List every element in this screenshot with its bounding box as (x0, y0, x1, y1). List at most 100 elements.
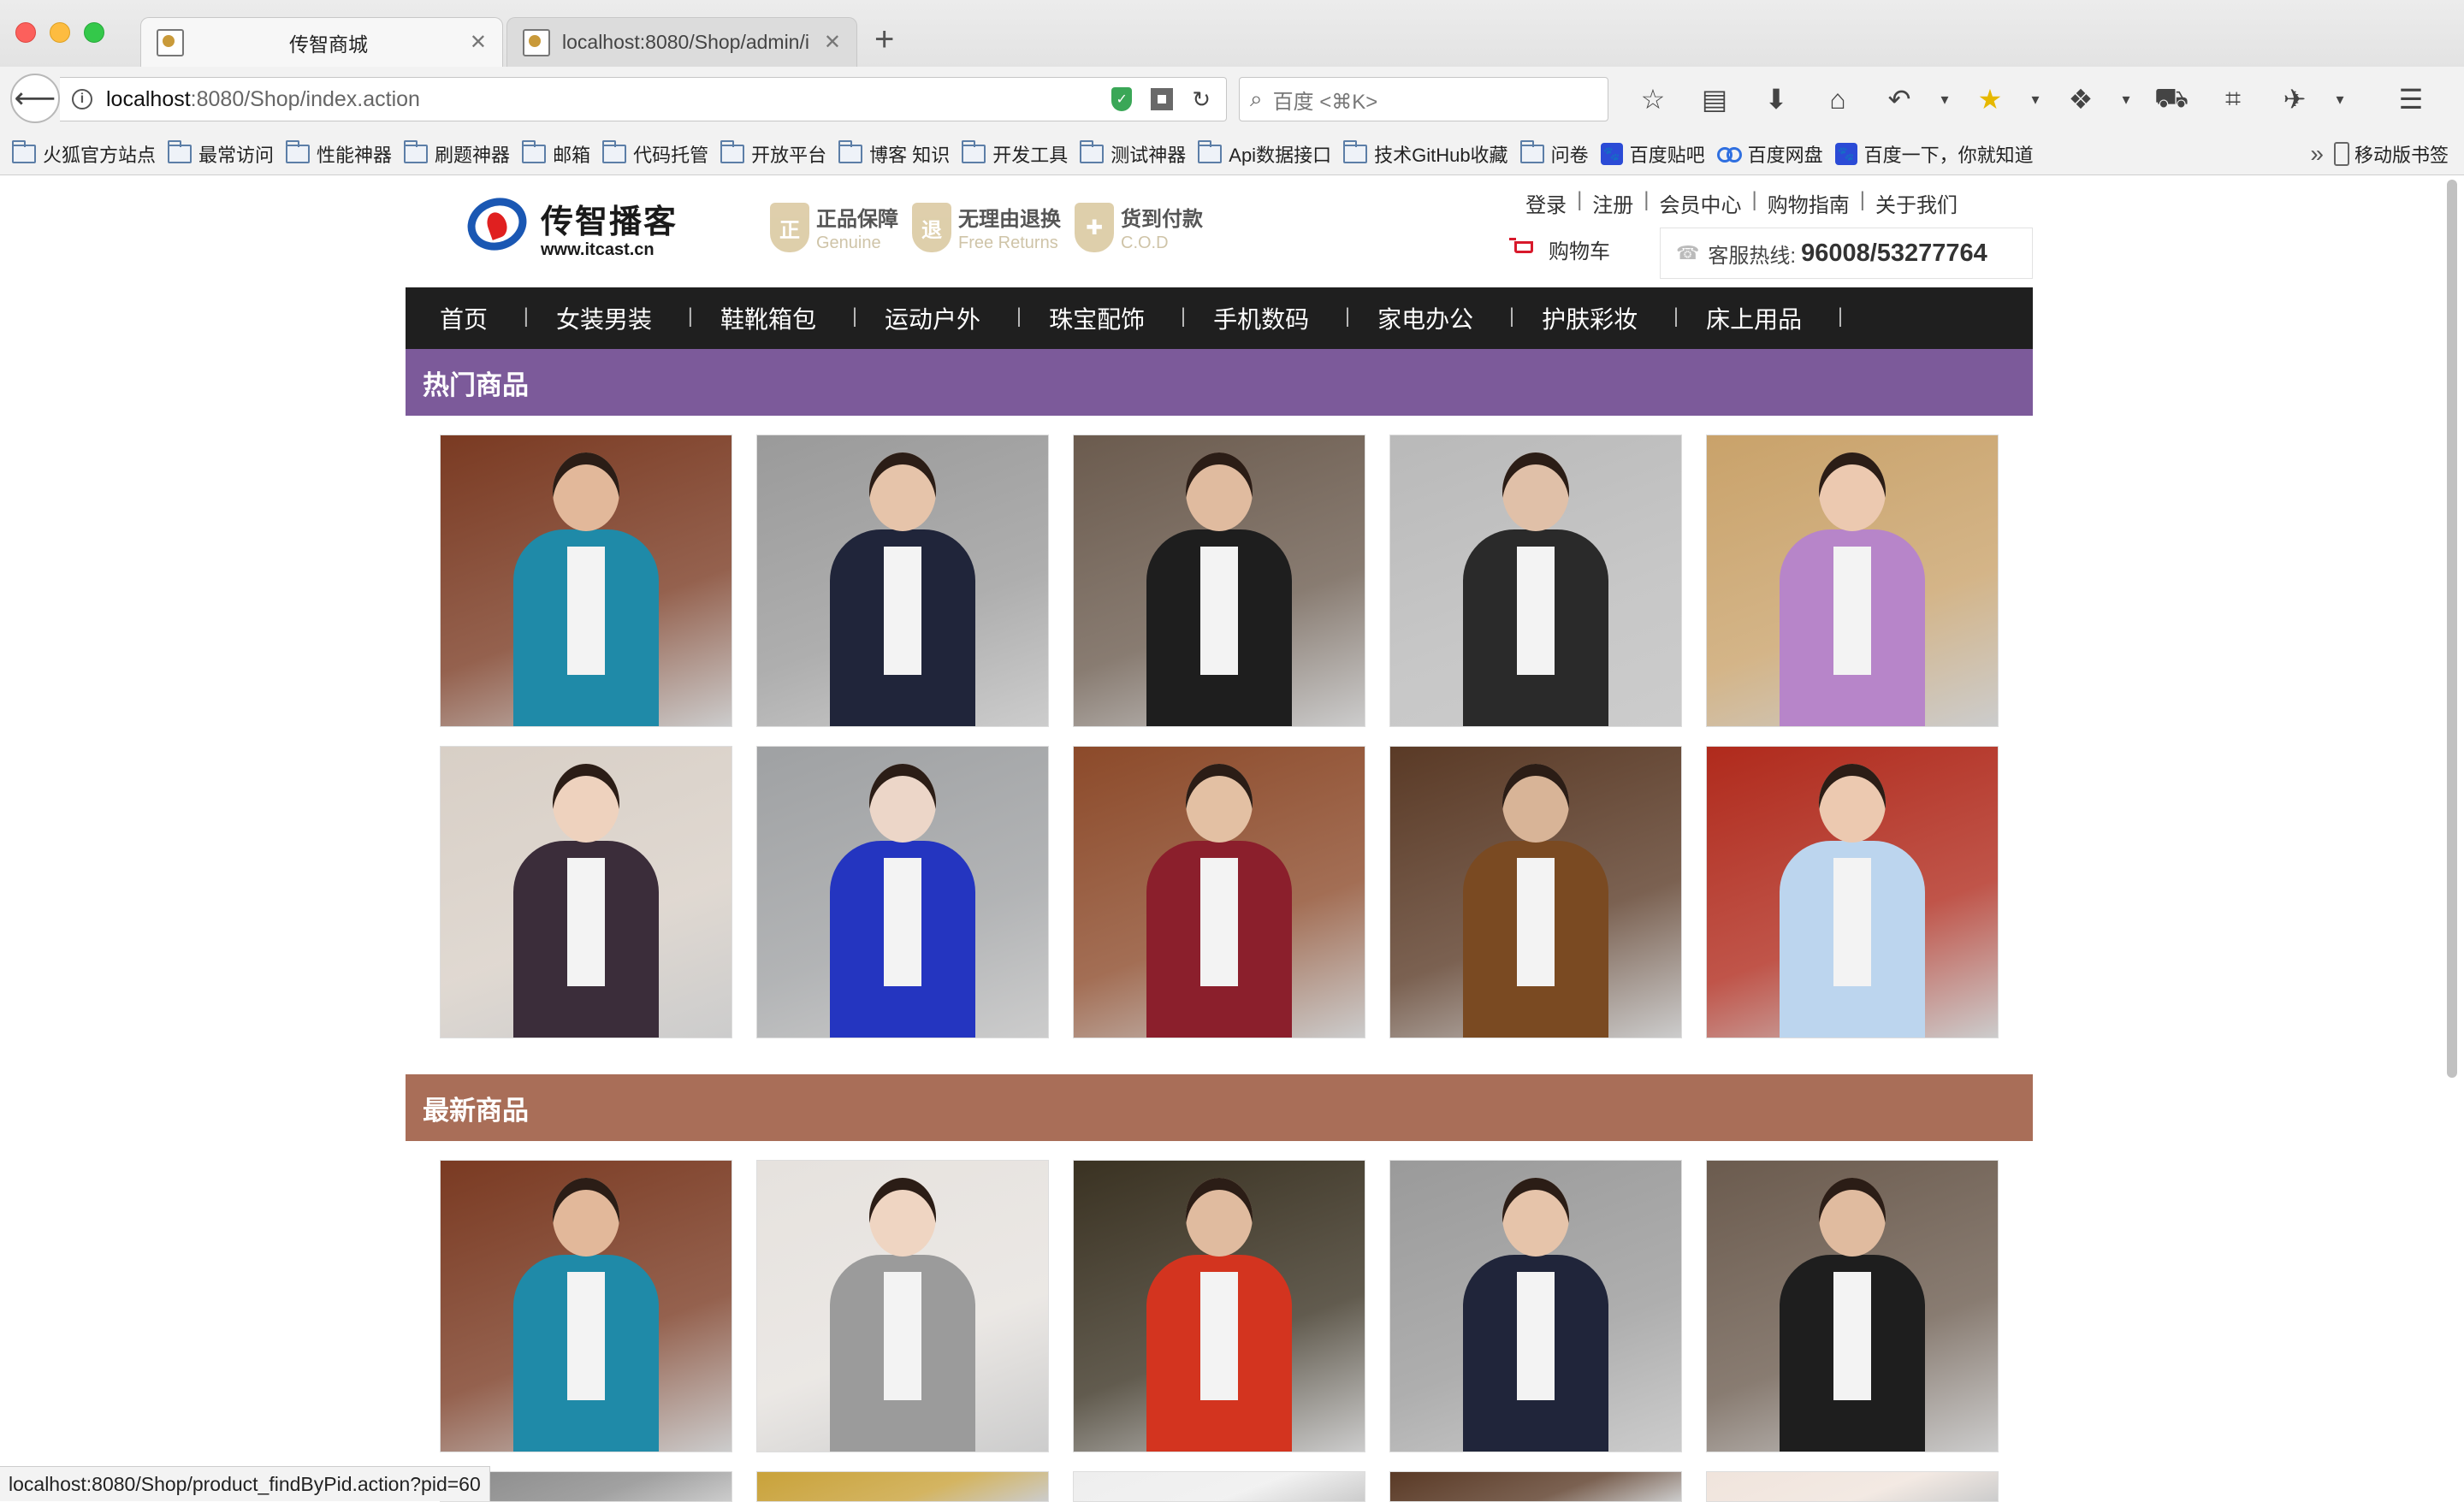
product-image[interactable] (1073, 435, 1365, 727)
url-text[interactable]: localhost:8080/Shop/index.action (106, 87, 1111, 112)
guarantee-sublabel: Free Returns (958, 234, 1058, 252)
tab-close-icon[interactable]: ✕ (824, 30, 841, 55)
nav-bedding[interactable]: 床上用品 (1672, 301, 1843, 335)
bookmark-item[interactable]: 技术GitHub收藏 (1343, 140, 1508, 168)
product-image[interactable] (756, 746, 1049, 1038)
nav-sports-outdoor[interactable]: 运动户外 (850, 301, 1022, 335)
cart-icon (1509, 237, 1537, 262)
product-image[interactable] (1706, 435, 1999, 727)
shopping-guide-link[interactable]: 购物指南 (1768, 188, 1850, 218)
product-image[interactable] (440, 746, 732, 1038)
bookmark-item[interactable]: 问卷 (1519, 140, 1589, 168)
menu-icon[interactable]: ☰ (2380, 79, 2442, 120)
about-us-link[interactable]: 关于我们 (1875, 188, 1958, 218)
bookmark-item[interactable]: 最常访问 (168, 140, 274, 168)
register-link[interactable]: 注册 (1592, 188, 1633, 218)
paw-icon: 🐾 (1834, 143, 1857, 165)
more-products-grid (440, 1471, 1999, 1502)
nav-cosmetics[interactable]: 护肤彩妆 (1507, 301, 1679, 335)
bookmark-item[interactable]: 🐾 百度贴吧 (1600, 140, 1705, 168)
qr-code-icon[interactable] (1151, 88, 1174, 110)
login-link[interactable]: 登录 (1525, 188, 1567, 218)
hot-products-title: 热门商品 (423, 370, 529, 400)
product-image[interactable] (1389, 1471, 1682, 1502)
bookmark-item[interactable]: 刷题神器 (404, 140, 510, 168)
home-icon[interactable]: ⌂ (1807, 79, 1869, 120)
chevron-down-icon[interactable]: ▾ (2112, 79, 2141, 120)
product-image[interactable] (756, 435, 1049, 727)
window-minimize-button[interactable] (50, 22, 70, 43)
bookmark-star-icon[interactable]: ☆ (1622, 79, 1684, 120)
folder-icon (1519, 140, 1544, 163)
product-image[interactable] (1706, 1471, 1999, 1502)
product-image[interactable] (1073, 746, 1365, 1038)
bookmark-item[interactable]: 代码托管 (602, 140, 708, 168)
bookmark-item[interactable]: 博客 知识 (838, 140, 950, 168)
crop-icon[interactable]: ⌗ (2202, 79, 2264, 120)
bookmark-item[interactable]: 🐾 百度一下，你就知道 (1834, 140, 2034, 168)
product-image[interactable] (440, 1160, 732, 1452)
site-logo[interactable]: 传智播客 www.itcast.cn (459, 189, 678, 262)
guarantee-label: 货到付款 (1121, 208, 1203, 231)
bookmark-item[interactable]: 百度网盘 (1716, 140, 1823, 168)
product-image[interactable] (1389, 746, 1682, 1038)
bug-icon[interactable]: ✈ (2264, 79, 2325, 120)
tab-inactive[interactable]: localhost:8080/Shop/admin/i ✕ (506, 17, 857, 67)
window-maximize-button[interactable] (84, 22, 104, 43)
reload-icon[interactable]: ↻ (1192, 86, 1211, 113)
nav-home[interactable]: 首页 (406, 301, 529, 335)
chevron-down-icon[interactable]: ▾ (2021, 79, 2050, 120)
bookmark-item[interactable]: 邮箱 (522, 140, 590, 168)
new-tab-button[interactable]: + (874, 22, 894, 56)
bookmark-item[interactable]: 开发工具 (962, 140, 1068, 168)
bookmark-item[interactable]: 开放平台 (720, 140, 826, 168)
undo-icon[interactable]: ↶ (1869, 79, 1930, 120)
mobile-bookmarks[interactable]: 移动版书签 (2333, 140, 2449, 168)
guarantee-label: 正品保障 (816, 208, 898, 231)
page-scrollbar[interactable] (2443, 176, 2461, 1500)
cart-link[interactable]: 购物车 (1509, 234, 1610, 264)
product-image[interactable] (1389, 435, 1682, 727)
reading-list-icon[interactable]: ▤ (1684, 79, 1745, 120)
folder-icon (602, 140, 627, 163)
nav-appliances[interactable]: 家电办公 (1343, 301, 1514, 335)
product-image[interactable] (1706, 746, 1999, 1038)
folder-icon (522, 140, 547, 163)
bookmarks-bar: 火狐官方站点 最常访问 性能神器 刷题神器 邮箱 代码托管 开放平台 博客 知识 开发工具 测试神… (0, 133, 2464, 175)
site-info-icon[interactable]: i (72, 89, 92, 109)
search-input[interactable]: ⌕ 百度 <⌘K> (1239, 77, 1608, 121)
bookmark-item[interactable]: Api数据接口 (1198, 140, 1331, 168)
member-center-link[interactable]: 会员中心 (1660, 188, 1742, 218)
product-image[interactable] (1073, 1471, 1365, 1502)
address-bar[interactable]: i localhost:8080/Shop/index.action ✓ ↻ (60, 77, 1227, 121)
bookmark-item[interactable]: 性能神器 (286, 140, 392, 168)
product-image[interactable] (1389, 1160, 1682, 1452)
chevron-down-icon[interactable]: ▾ (2325, 79, 2354, 120)
scrollbar-thumb[interactable] (2447, 180, 2457, 1078)
nav-shoes-bags[interactable]: 鞋靴箱包 (686, 301, 857, 335)
train-icon[interactable]: ⛟ (2141, 79, 2202, 120)
download-icon[interactable]: ⬇ (1745, 79, 1807, 120)
product-image[interactable] (440, 435, 732, 727)
product-image[interactable] (1706, 1160, 1999, 1452)
extension-icon[interactable]: ❖ (2050, 79, 2112, 120)
folder-icon (168, 140, 192, 163)
nav-jewelry[interactable]: 珠宝配饰 (1015, 301, 1186, 335)
window-close-button[interactable] (15, 22, 36, 43)
extension-star-icon[interactable]: ★ (1959, 79, 2021, 120)
nav-digital[interactable]: 手机数码 (1179, 301, 1350, 335)
product-image[interactable] (756, 1160, 1049, 1452)
bookmark-item[interactable]: 测试神器 (1080, 140, 1186, 168)
tab-active[interactable]: 传智商城 ✕ (140, 17, 503, 67)
chevron-down-icon[interactable]: ▾ (1930, 79, 1959, 120)
product-image[interactable] (756, 1471, 1049, 1502)
bookmark-item[interactable]: 火狐官方站点 (12, 140, 156, 168)
browser-tab-bar: 传智商城 ✕ localhost:8080/Shop/admin/i ✕ + (0, 0, 2464, 68)
tab-close-icon[interactable]: ✕ (470, 30, 487, 55)
product-image[interactable] (1073, 1160, 1365, 1452)
shield-icon[interactable]: ✓ (1111, 87, 1133, 111)
nav-clothing[interactable]: 女装男装 (522, 301, 693, 335)
guarantee-label: 无理由退换 (958, 208, 1061, 231)
bookmarks-overflow-button[interactable]: » (2310, 140, 2324, 168)
back-button[interactable]: ⟵ (10, 74, 60, 123)
